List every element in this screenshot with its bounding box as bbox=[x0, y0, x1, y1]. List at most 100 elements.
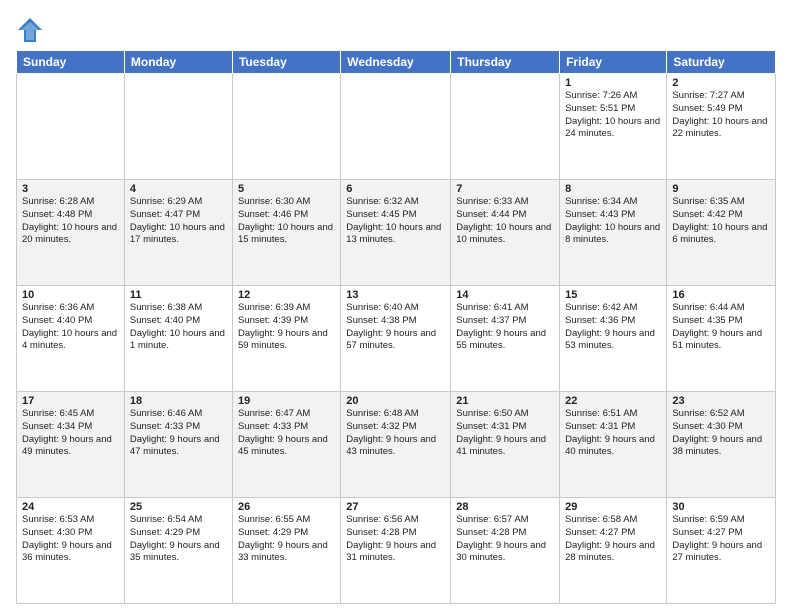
day-info: Sunrise: 6:54 AM Sunset: 4:29 PM Dayligh… bbox=[130, 514, 227, 565]
day-number: 28 bbox=[456, 501, 554, 513]
day-info: Sunrise: 6:28 AM Sunset: 4:48 PM Dayligh… bbox=[22, 196, 119, 247]
day-number: 20 bbox=[346, 395, 445, 407]
column-header-thursday: Thursday bbox=[451, 51, 560, 74]
day-info: Sunrise: 6:59 AM Sunset: 4:27 PM Dayligh… bbox=[672, 514, 770, 565]
day-number: 7 bbox=[456, 183, 554, 195]
calendar-cell: 20Sunrise: 6:48 AM Sunset: 4:32 PM Dayli… bbox=[341, 392, 451, 498]
day-info: Sunrise: 6:56 AM Sunset: 4:28 PM Dayligh… bbox=[346, 514, 445, 565]
page: SundayMondayTuesdayWednesdayThursdayFrid… bbox=[0, 0, 792, 612]
calendar-cell: 3Sunrise: 6:28 AM Sunset: 4:48 PM Daylig… bbox=[17, 180, 125, 286]
day-info: Sunrise: 6:32 AM Sunset: 4:45 PM Dayligh… bbox=[346, 196, 445, 247]
calendar-cell bbox=[341, 74, 451, 180]
calendar-week-4: 17Sunrise: 6:45 AM Sunset: 4:34 PM Dayli… bbox=[17, 392, 776, 498]
calendar-cell: 23Sunrise: 6:52 AM Sunset: 4:30 PM Dayli… bbox=[667, 392, 776, 498]
calendar-cell: 13Sunrise: 6:40 AM Sunset: 4:38 PM Dayli… bbox=[341, 286, 451, 392]
column-header-friday: Friday bbox=[560, 51, 667, 74]
day-number: 1 bbox=[565, 77, 661, 89]
calendar-cell: 16Sunrise: 6:44 AM Sunset: 4:35 PM Dayli… bbox=[667, 286, 776, 392]
day-info: Sunrise: 6:58 AM Sunset: 4:27 PM Dayligh… bbox=[565, 514, 661, 565]
day-info: Sunrise: 6:50 AM Sunset: 4:31 PM Dayligh… bbox=[456, 408, 554, 459]
calendar-cell: 27Sunrise: 6:56 AM Sunset: 4:28 PM Dayli… bbox=[341, 498, 451, 604]
day-number: 26 bbox=[238, 501, 335, 513]
day-number: 29 bbox=[565, 501, 661, 513]
calendar-header-row: SundayMondayTuesdayWednesdayThursdayFrid… bbox=[17, 51, 776, 74]
day-number: 9 bbox=[672, 183, 770, 195]
calendar-cell: 30Sunrise: 6:59 AM Sunset: 4:27 PM Dayli… bbox=[667, 498, 776, 604]
day-info: Sunrise: 6:29 AM Sunset: 4:47 PM Dayligh… bbox=[130, 196, 227, 247]
day-info: Sunrise: 7:27 AM Sunset: 5:49 PM Dayligh… bbox=[672, 90, 770, 141]
day-number: 3 bbox=[22, 183, 119, 195]
calendar-cell: 26Sunrise: 6:55 AM Sunset: 4:29 PM Dayli… bbox=[232, 498, 340, 604]
calendar-cell bbox=[17, 74, 125, 180]
day-number: 13 bbox=[346, 289, 445, 301]
day-info: Sunrise: 6:52 AM Sunset: 4:30 PM Dayligh… bbox=[672, 408, 770, 459]
day-number: 19 bbox=[238, 395, 335, 407]
calendar-cell: 19Sunrise: 6:47 AM Sunset: 4:33 PM Dayli… bbox=[232, 392, 340, 498]
calendar-cell: 17Sunrise: 6:45 AM Sunset: 4:34 PM Dayli… bbox=[17, 392, 125, 498]
day-info: Sunrise: 6:30 AM Sunset: 4:46 PM Dayligh… bbox=[238, 196, 335, 247]
day-info: Sunrise: 6:46 AM Sunset: 4:33 PM Dayligh… bbox=[130, 408, 227, 459]
calendar-cell: 11Sunrise: 6:38 AM Sunset: 4:40 PM Dayli… bbox=[124, 286, 232, 392]
calendar-cell: 1Sunrise: 7:26 AM Sunset: 5:51 PM Daylig… bbox=[560, 74, 667, 180]
day-number: 23 bbox=[672, 395, 770, 407]
day-number: 18 bbox=[130, 395, 227, 407]
calendar-cell: 2Sunrise: 7:27 AM Sunset: 5:49 PM Daylig… bbox=[667, 74, 776, 180]
day-info: Sunrise: 6:33 AM Sunset: 4:44 PM Dayligh… bbox=[456, 196, 554, 247]
calendar-cell: 8Sunrise: 6:34 AM Sunset: 4:43 PM Daylig… bbox=[560, 180, 667, 286]
calendar-cell: 25Sunrise: 6:54 AM Sunset: 4:29 PM Dayli… bbox=[124, 498, 232, 604]
calendar-cell: 9Sunrise: 6:35 AM Sunset: 4:42 PM Daylig… bbox=[667, 180, 776, 286]
day-number: 27 bbox=[346, 501, 445, 513]
day-number: 14 bbox=[456, 289, 554, 301]
calendar-week-5: 24Sunrise: 6:53 AM Sunset: 4:30 PM Dayli… bbox=[17, 498, 776, 604]
calendar-week-3: 10Sunrise: 6:36 AM Sunset: 4:40 PM Dayli… bbox=[17, 286, 776, 392]
logo bbox=[16, 16, 48, 44]
column-header-monday: Monday bbox=[124, 51, 232, 74]
day-info: Sunrise: 6:38 AM Sunset: 4:40 PM Dayligh… bbox=[130, 302, 227, 353]
day-info: Sunrise: 6:42 AM Sunset: 4:36 PM Dayligh… bbox=[565, 302, 661, 353]
column-header-saturday: Saturday bbox=[667, 51, 776, 74]
day-info: Sunrise: 6:57 AM Sunset: 4:28 PM Dayligh… bbox=[456, 514, 554, 565]
day-info: Sunrise: 6:47 AM Sunset: 4:33 PM Dayligh… bbox=[238, 408, 335, 459]
calendar-cell: 12Sunrise: 6:39 AM Sunset: 4:39 PM Dayli… bbox=[232, 286, 340, 392]
day-number: 4 bbox=[130, 183, 227, 195]
day-info: Sunrise: 6:36 AM Sunset: 4:40 PM Dayligh… bbox=[22, 302, 119, 353]
calendar-cell: 15Sunrise: 6:42 AM Sunset: 4:36 PM Dayli… bbox=[560, 286, 667, 392]
logo-icon bbox=[16, 16, 44, 44]
calendar-cell: 18Sunrise: 6:46 AM Sunset: 4:33 PM Dayli… bbox=[124, 392, 232, 498]
day-number: 22 bbox=[565, 395, 661, 407]
calendar-cell: 10Sunrise: 6:36 AM Sunset: 4:40 PM Dayli… bbox=[17, 286, 125, 392]
calendar-week-1: 1Sunrise: 7:26 AM Sunset: 5:51 PM Daylig… bbox=[17, 74, 776, 180]
calendar-cell: 4Sunrise: 6:29 AM Sunset: 4:47 PM Daylig… bbox=[124, 180, 232, 286]
calendar-cell: 29Sunrise: 6:58 AM Sunset: 4:27 PM Dayli… bbox=[560, 498, 667, 604]
day-number: 6 bbox=[346, 183, 445, 195]
day-number: 21 bbox=[456, 395, 554, 407]
day-number: 30 bbox=[672, 501, 770, 513]
day-info: Sunrise: 6:41 AM Sunset: 4:37 PM Dayligh… bbox=[456, 302, 554, 353]
calendar-cell: 14Sunrise: 6:41 AM Sunset: 4:37 PM Dayli… bbox=[451, 286, 560, 392]
header bbox=[16, 12, 776, 44]
day-number: 25 bbox=[130, 501, 227, 513]
column-header-tuesday: Tuesday bbox=[232, 51, 340, 74]
calendar-week-2: 3Sunrise: 6:28 AM Sunset: 4:48 PM Daylig… bbox=[17, 180, 776, 286]
day-info: Sunrise: 6:34 AM Sunset: 4:43 PM Dayligh… bbox=[565, 196, 661, 247]
day-info: Sunrise: 6:39 AM Sunset: 4:39 PM Dayligh… bbox=[238, 302, 335, 353]
day-number: 12 bbox=[238, 289, 335, 301]
column-header-sunday: Sunday bbox=[17, 51, 125, 74]
day-info: Sunrise: 6:40 AM Sunset: 4:38 PM Dayligh… bbox=[346, 302, 445, 353]
calendar-cell: 28Sunrise: 6:57 AM Sunset: 4:28 PM Dayli… bbox=[451, 498, 560, 604]
day-number: 17 bbox=[22, 395, 119, 407]
day-info: Sunrise: 6:35 AM Sunset: 4:42 PM Dayligh… bbox=[672, 196, 770, 247]
day-number: 10 bbox=[22, 289, 119, 301]
calendar-cell bbox=[124, 74, 232, 180]
calendar-cell: 22Sunrise: 6:51 AM Sunset: 4:31 PM Dayli… bbox=[560, 392, 667, 498]
calendar-cell bbox=[232, 74, 340, 180]
day-info: Sunrise: 6:51 AM Sunset: 4:31 PM Dayligh… bbox=[565, 408, 661, 459]
calendar-cell: 24Sunrise: 6:53 AM Sunset: 4:30 PM Dayli… bbox=[17, 498, 125, 604]
calendar-cell: 6Sunrise: 6:32 AM Sunset: 4:45 PM Daylig… bbox=[341, 180, 451, 286]
day-number: 24 bbox=[22, 501, 119, 513]
day-number: 11 bbox=[130, 289, 227, 301]
day-number: 2 bbox=[672, 77, 770, 89]
day-info: Sunrise: 7:26 AM Sunset: 5:51 PM Dayligh… bbox=[565, 90, 661, 141]
calendar-cell: 5Sunrise: 6:30 AM Sunset: 4:46 PM Daylig… bbox=[232, 180, 340, 286]
calendar-cell bbox=[451, 74, 560, 180]
